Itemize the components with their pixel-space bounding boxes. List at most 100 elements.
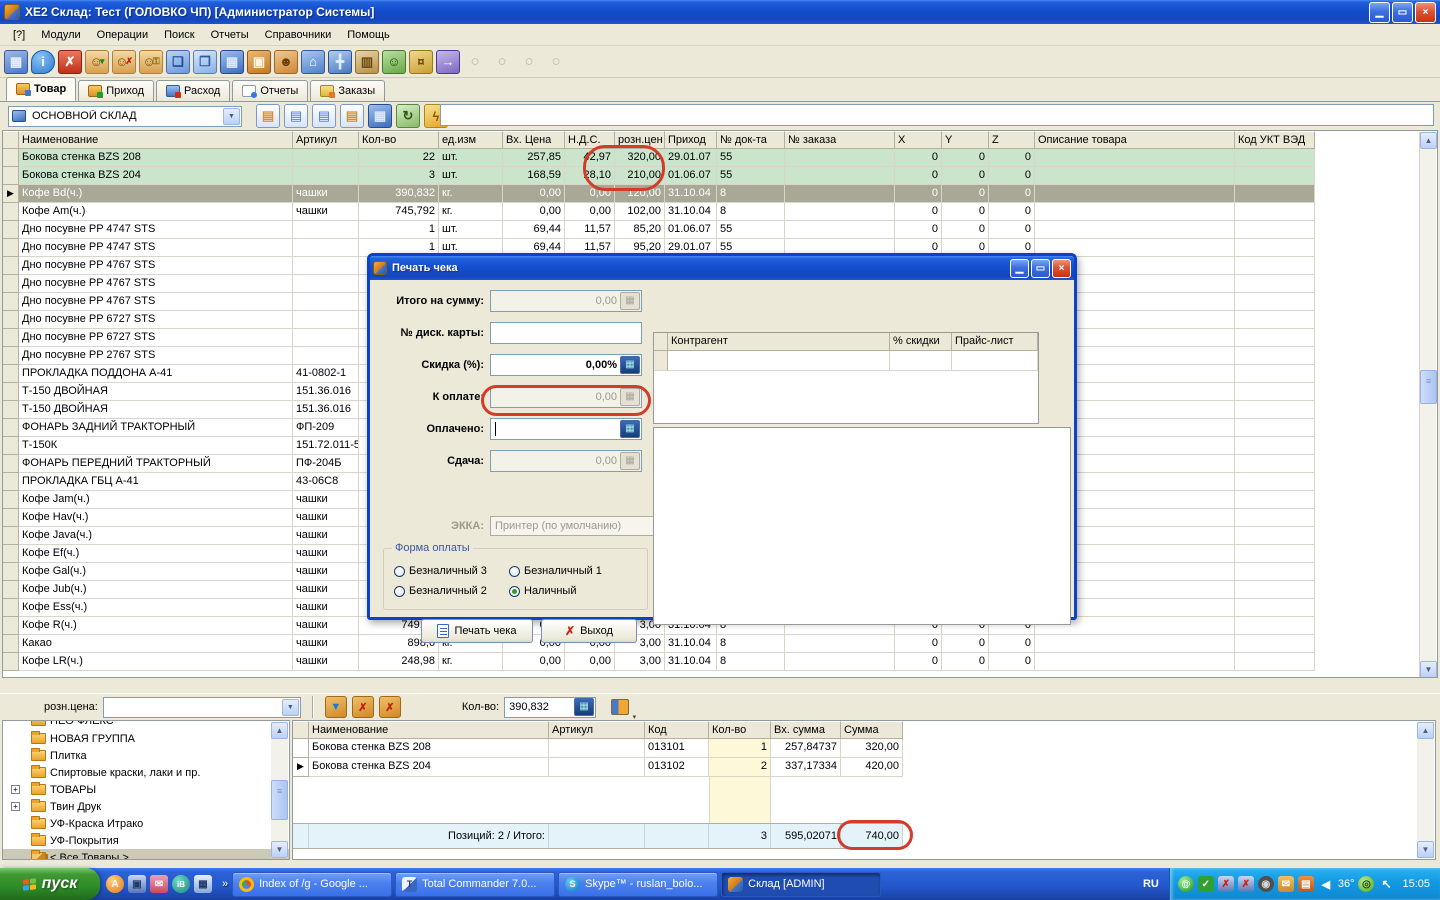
- tab[interactable]: Заказы: [310, 80, 385, 101]
- input-field[interactable]: ▦: [490, 322, 642, 344]
- scroll-up-icon[interactable]: ▲: [1420, 132, 1437, 149]
- menu-item[interactable]: Справочники: [258, 26, 339, 44]
- table-row[interactable]: ▶ Кофе LR(ч.) чашки 248,98 кг. 0,00 0,00…: [3, 653, 1437, 671]
- maximize-button[interactable]: ▭: [1392, 2, 1413, 23]
- tree-item[interactable]: + УФ-Краска Итрако: [3, 815, 289, 832]
- toolbar-icon[interactable]: ☺▾: [85, 50, 109, 74]
- taskbar-task-button[interactable]: S Skype™ - ruslan_bolo...: [558, 872, 718, 897]
- calculator-button[interactable]: ▦: [620, 388, 640, 406]
- subtoolbar-icon[interactable]: ▤: [256, 104, 280, 128]
- cart-scrollbar[interactable]: ▲ ▼: [1417, 722, 1434, 858]
- column-header[interactable]: Кол-во: [359, 131, 439, 149]
- language-indicator[interactable]: RU: [1143, 878, 1159, 890]
- column-header[interactable]: X: [895, 131, 942, 149]
- taskbar-task-button[interactable]: Index of /g - Google ...: [232, 872, 392, 897]
- column-header[interactable]: Артикул: [549, 721, 645, 739]
- tab[interactable]: Отчеты: [232, 80, 308, 101]
- column-options-icon[interactable]: [611, 699, 629, 715]
- tree-item[interactable]: + НОВАЯ ГРУППА: [3, 730, 289, 747]
- table-row[interactable]: ▶ Дно посувне PP 4747 STS 1 шт. 69,44 11…: [3, 221, 1437, 239]
- column-header[interactable]: Описание товара: [1035, 131, 1235, 149]
- main-table-scrollbar[interactable]: ▲ ▼: [1419, 132, 1436, 678]
- column-header[interactable]: Приход: [665, 131, 717, 149]
- tree-item[interactable]: + УФ-Покрытия: [3, 832, 289, 849]
- tab[interactable]: Товар: [6, 77, 76, 101]
- calculator-button[interactable]: ▦: [620, 292, 640, 310]
- chevron-down-icon[interactable]: ▼: [282, 699, 299, 716]
- column-header[interactable]: Сумма: [841, 721, 903, 739]
- tree-item[interactable]: + Спиртовые краски, лаки и пр.: [3, 764, 289, 781]
- subtoolbar-icon[interactable]: ▤: [340, 104, 364, 128]
- receipt-row[interactable]: ▶ Бокова стенка BZS 204 013102 2 337,173…: [293, 758, 1435, 777]
- column-header[interactable]: Прайс-лист: [952, 333, 1038, 351]
- quick-launch-icon[interactable]: iB: [172, 875, 190, 893]
- toolbar-icon[interactable]: ☻: [274, 50, 298, 74]
- empty-row[interactable]: [654, 351, 1038, 371]
- toolbar-icon[interactable]: ☺✗: [112, 50, 136, 74]
- taskbar-task-button[interactable]: T Total Commander 7.0...: [395, 872, 555, 897]
- toolbar-icon[interactable]: ❏: [166, 50, 190, 74]
- tray-icon[interactable]: ◉: [1258, 876, 1274, 892]
- table-row[interactable]: ▶ Кофе Am(ч.) чашки 745,792 кг. 0,00 0,0…: [3, 203, 1437, 221]
- start-button[interactable]: пуск: [0, 868, 100, 900]
- tree-scrollbar[interactable]: ▲ ▼: [271, 722, 288, 858]
- toolbar-icon[interactable]: ○: [544, 50, 568, 74]
- dialog-close-button[interactable]: ×: [1052, 259, 1071, 278]
- column-header[interactable]: Y: [942, 131, 989, 149]
- scroll-thumb[interactable]: [1420, 370, 1437, 404]
- tab[interactable]: Расход: [156, 80, 230, 101]
- scroll-thumb[interactable]: [271, 780, 288, 820]
- tray-icon[interactable]: ✗: [1218, 876, 1234, 892]
- subtoolbar-icon[interactable]: ▦: [368, 104, 392, 128]
- toolbar-icon[interactable]: ▦: [220, 50, 244, 74]
- tray-icon[interactable]: @: [1178, 876, 1194, 892]
- scroll-up-icon[interactable]: ▲: [1417, 722, 1434, 739]
- menu-item[interactable]: Операции: [90, 26, 155, 44]
- quick-launch-more-icon[interactable]: »: [222, 878, 228, 890]
- toolbar-icon[interactable]: ☺⚿: [139, 50, 163, 74]
- subtoolbar-icon[interactable]: ▤: [284, 104, 308, 128]
- column-header-sorted[interactable]: розн.цен◺: [615, 131, 665, 149]
- subtoolbar-icon[interactable]: ↻: [396, 104, 420, 128]
- scroll-down-icon[interactable]: ▼: [1420, 661, 1437, 678]
- tree-item[interactable]: + < Все Товары >: [3, 849, 289, 860]
- toolbar-icon[interactable]: i: [31, 50, 55, 74]
- close-button[interactable]: ×: [1415, 2, 1436, 23]
- menu-item[interactable]: Поиск: [157, 26, 201, 44]
- scroll-up-icon[interactable]: ▲: [271, 722, 288, 739]
- column-header[interactable]: Наименование: [19, 131, 293, 149]
- subtoolbar-icon[interactable]: ▤: [312, 104, 336, 128]
- dialog-maximize-button[interactable]: ▭: [1031, 259, 1050, 278]
- column-header[interactable]: Код: [645, 721, 709, 739]
- column-header[interactable]: Контрагент: [668, 333, 890, 351]
- cart-toolbar-icon[interactable]: ✗: [352, 696, 374, 718]
- tree-item[interactable]: + ТОВАРЫ: [3, 781, 289, 798]
- payment-radio[interactable]: Наличный: [509, 581, 624, 601]
- column-header[interactable]: ед.изм: [439, 131, 503, 149]
- calculator-button[interactable]: ▦: [620, 452, 640, 470]
- menu-item[interactable]: Помощь: [340, 26, 397, 44]
- column-header[interactable]: Н.Д.С.: [565, 131, 615, 149]
- expand-icon[interactable]: +: [11, 802, 20, 811]
- minimize-button[interactable]: ▁: [1369, 2, 1390, 23]
- retail-price-combo[interactable]: ▼: [103, 697, 301, 718]
- column-header[interactable]: Z: [989, 131, 1035, 149]
- column-header[interactable]: Вх. сумма: [771, 721, 841, 739]
- tray-icon[interactable]: ✓: [1198, 876, 1214, 892]
- cart-toolbar-icon[interactable]: ▼: [325, 696, 347, 718]
- exit-button[interactable]: ✗ Выход: [541, 619, 637, 643]
- toolbar-icon[interactable]: ○: [517, 50, 541, 74]
- column-header[interactable]: Артикул: [293, 131, 359, 149]
- tray-icon[interactable]: 36°: [1338, 876, 1355, 892]
- column-header[interactable]: Наименование: [309, 721, 549, 739]
- scroll-down-icon[interactable]: ▼: [1417, 841, 1434, 858]
- payment-radio[interactable]: Безналичный 1: [509, 561, 624, 581]
- payment-radio[interactable]: Безналичный 2: [394, 581, 509, 601]
- table-row[interactable]: ▶ Бокова стенка BZS 208 22 шт. 257,85 42…: [3, 149, 1437, 167]
- chevron-down-icon[interactable]: ▼: [223, 108, 240, 125]
- menu-item[interactable]: Отчеты: [204, 26, 256, 44]
- tray-icon[interactable]: ▤: [1298, 876, 1314, 892]
- column-header[interactable]: Код УКТ ВЭД: [1235, 131, 1315, 149]
- quick-launch-icon[interactable]: ▦: [194, 875, 212, 893]
- toolbar-icon[interactable]: →: [436, 50, 460, 74]
